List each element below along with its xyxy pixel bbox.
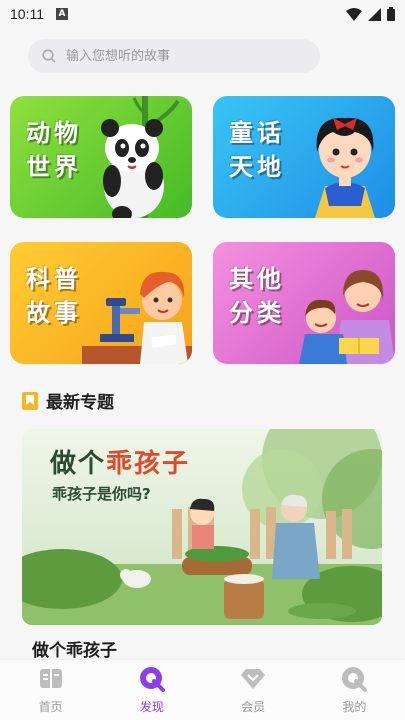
scientist-illustration: [82, 271, 192, 364]
category-card-science[interactable]: 科普故事: [10, 242, 192, 364]
nav-label: 首页: [38, 700, 63, 714]
profile-icon: [342, 667, 368, 692]
bottom-navigation: 首页 发现 会员 我的: [0, 660, 405, 720]
search-icon: [42, 49, 56, 63]
notification-a-icon: A: [56, 8, 68, 20]
diamond-icon: [241, 669, 266, 689]
nav-discover[interactable]: 发现: [101, 660, 202, 720]
nav-label: 发现: [139, 700, 164, 714]
signal-icon: [368, 7, 381, 21]
featured-topic-banner[interactable]: 做个乖孩子 乖孩子是你吗?: [22, 429, 382, 625]
battery-icon: [387, 7, 395, 21]
status-bar: 10:11 A: [0, 0, 405, 28]
princess-illustration: [315, 117, 375, 218]
bookmark-icon: [22, 391, 38, 410]
nav-label: 我的: [342, 700, 367, 714]
search-bar[interactable]: [28, 39, 320, 73]
parent-child-illustration: [299, 270, 395, 364]
section-header: 最新专题: [22, 388, 114, 413]
section-title: 最新专题: [46, 393, 114, 413]
nav-label: 会员: [241, 700, 266, 714]
status-icons: [346, 7, 395, 21]
nav-membership[interactable]: 会员: [203, 660, 304, 720]
category-card-fairy-tales[interactable]: 童话天地: [213, 96, 395, 218]
nav-profile[interactable]: 我的: [304, 660, 405, 720]
panda-illustration: [101, 96, 180, 218]
banner-subtitle: 乖孩子是你吗?: [52, 485, 151, 503]
book-icon: [39, 669, 62, 688]
status-time: 10:11: [10, 6, 44, 22]
category-card-animals[interactable]: 动物世界: [10, 96, 192, 218]
banner-title: 做个乖孩子: [50, 449, 191, 479]
featured-topic-title[interactable]: 做个乖孩子: [32, 636, 117, 661]
nav-home[interactable]: 首页: [0, 660, 101, 720]
wifi-icon: [346, 7, 362, 21]
category-card-other[interactable]: 其他分类: [213, 242, 395, 364]
search-input[interactable]: [66, 48, 286, 64]
discover-icon: [139, 667, 165, 692]
